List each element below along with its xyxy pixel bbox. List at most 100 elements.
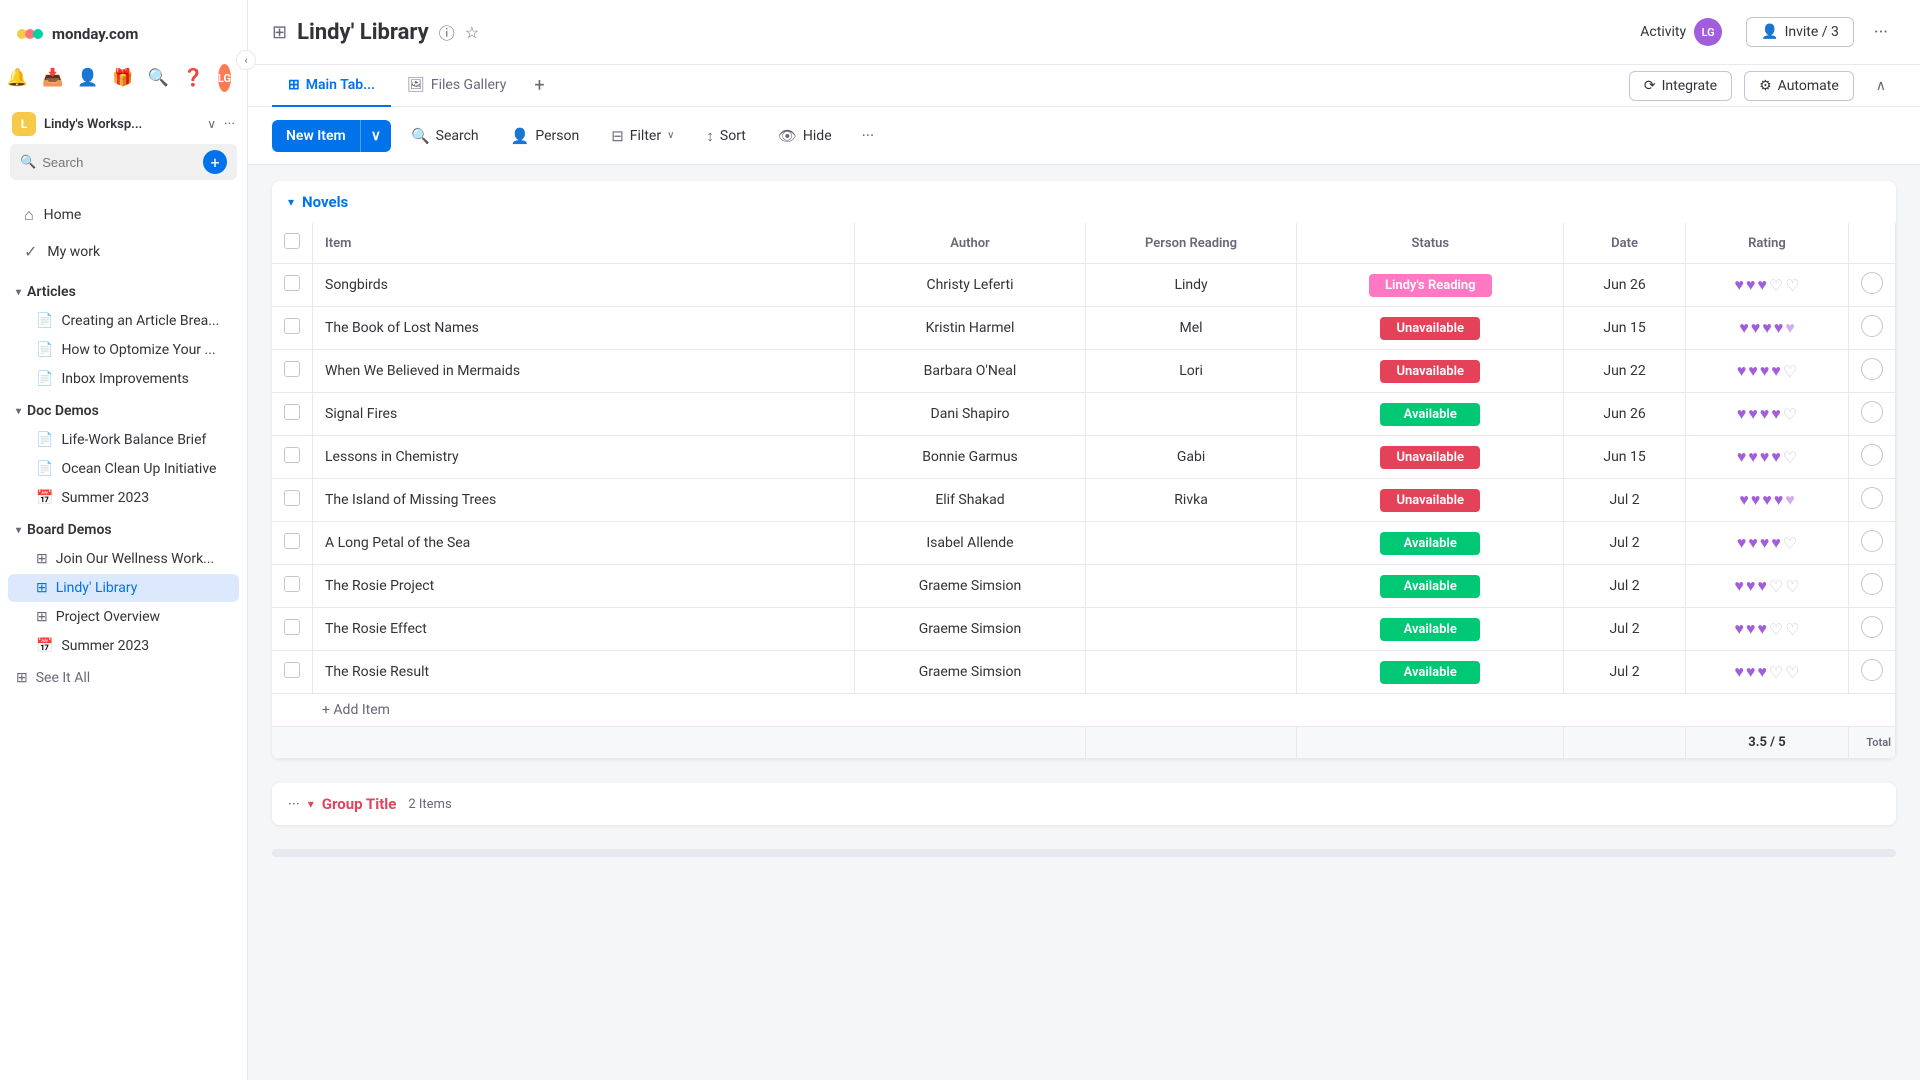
filter-button[interactable]: ⊟ Filter ∨ — [599, 120, 686, 152]
sidebar-item-summer-2023-board[interactable]: 📅 Summer 2023 — [8, 632, 239, 660]
status-badge[interactable]: Available — [1380, 618, 1480, 641]
status-badge[interactable]: Unavailable — [1380, 489, 1480, 512]
workspace-more-icon[interactable]: ··· — [224, 116, 235, 132]
row-circle-button[interactable] — [1861, 487, 1883, 509]
row-checkbox[interactable] — [284, 576, 300, 592]
novels-chevron[interactable]: ▾ — [288, 195, 294, 209]
rating-display[interactable]: ♥♥♥♡♡ — [1698, 619, 1836, 639]
more-options-button[interactable]: ··· — [1866, 16, 1896, 49]
sidebar-item-article-3[interactable]: 📄 Inbox Improvements — [8, 365, 239, 393]
integrate-icon: ⟳ — [1644, 78, 1656, 94]
rating-display[interactable]: ♥♥♥♡♡ — [1698, 662, 1836, 682]
star-icon[interactable]: ☆ — [465, 23, 479, 42]
add-item-row[interactable]: + Add Item — [272, 694, 1896, 727]
status-badge[interactable]: Lindy's Reading — [1369, 274, 1492, 297]
automate-button[interactable]: ⚙ Automate — [1744, 71, 1854, 101]
sidebar-search-input[interactable] — [42, 155, 197, 170]
collapse-subtabs-button[interactable]: ∧ — [1866, 72, 1896, 100]
row-checkbox[interactable] — [284, 533, 300, 549]
sort-button[interactable]: ↕ Sort — [694, 120, 757, 152]
row-circle-button[interactable] — [1861, 272, 1883, 294]
row-circle-button[interactable] — [1861, 573, 1883, 595]
sidebar-item-article-1[interactable]: 📄 Creating an Article Brea... — [8, 307, 239, 335]
new-item-button[interactable]: New Item ∨ — [272, 120, 391, 152]
row-circle-button[interactable] — [1861, 315, 1883, 337]
sidebar-item-lindy-library[interactable]: ⊞ Lindy' Library — [8, 574, 239, 602]
user-avatar[interactable]: LG — [218, 64, 231, 92]
group2-chevron[interactable]: ▾ — [308, 797, 314, 811]
info-icon[interactable]: ⓘ — [439, 20, 455, 44]
status-badge[interactable]: Available — [1380, 661, 1480, 684]
sidebar-item-lifework[interactable]: 📄 Life-Work Balance Brief — [8, 426, 239, 454]
rating-display[interactable]: ♥♥♥♥♡ — [1698, 447, 1836, 467]
search-button[interactable]: 🔍 Search — [399, 120, 491, 152]
invite-label: Invite / 3 — [1785, 24, 1839, 40]
row-circle-button[interactable] — [1861, 444, 1883, 466]
status-badge[interactable]: Available — [1380, 403, 1480, 426]
group2-more-icon[interactable]: ··· — [288, 795, 300, 813]
see-all-icon: ⊞ — [16, 670, 28, 686]
sidebar-section-board-demos-header[interactable]: ▾ Board Demos — [0, 516, 247, 544]
row-checkbox[interactable] — [284, 318, 300, 334]
rating-display[interactable]: ♥♥♥♡♡ — [1698, 275, 1836, 295]
row-checkbox[interactable] — [284, 361, 300, 377]
sidebar-item-wellness[interactable]: ⊞ Join Our Wellness Work... — [8, 545, 239, 573]
row-circle-button[interactable] — [1861, 659, 1883, 681]
sidebar-add-button[interactable]: + — [203, 150, 227, 174]
select-all-checkbox[interactable] — [284, 233, 300, 249]
integrate-button[interactable]: ⟳ Integrate — [1629, 71, 1732, 101]
sidebar-item-project-overview[interactable]: ⊞ Project Overview — [8, 603, 239, 631]
row-checkbox[interactable] — [284, 447, 300, 463]
sidebar-section-doc-demos-header[interactable]: ▾ Doc Demos — [0, 397, 247, 425]
sidebar-collapse-button[interactable]: ‹ — [236, 50, 256, 70]
status-badge[interactable]: Available — [1380, 532, 1480, 555]
rating-display[interactable]: ♥♥♥♥♡ — [1698, 361, 1836, 381]
row-circle-button[interactable] — [1861, 401, 1883, 423]
sidebar-see-all[interactable]: ⊞ See It All — [0, 664, 247, 692]
status-badge[interactable]: Unavailable — [1380, 446, 1480, 469]
rating-display[interactable]: ♥♥♥♡♡ — [1698, 576, 1836, 596]
novels-title[interactable]: Novels — [302, 193, 348, 211]
sidebar-item-article-2[interactable]: 📄 How to Optomize Your ... — [8, 336, 239, 364]
row-circle-button[interactable] — [1861, 530, 1883, 552]
sidebar-item-summer-2023-doc[interactable]: 📅 Summer 2023 — [8, 484, 239, 512]
sidebar-item-mywork[interactable]: ✓ My work — [8, 234, 239, 269]
person-button[interactable]: 👤 Person — [499, 120, 592, 152]
status-badge[interactable]: Available — [1380, 575, 1480, 598]
status-badge[interactable]: Unavailable — [1380, 360, 1480, 383]
global-search-icon[interactable]: 🔍 — [148, 68, 169, 88]
row-checkbox[interactable] — [284, 404, 300, 420]
add-item-cell[interactable]: + Add Item — [272, 694, 1896, 727]
inbox-icon[interactable]: 📥 — [42, 68, 63, 88]
activity-button[interactable]: Activity LG — [1628, 12, 1734, 52]
toolbar-more-button[interactable]: ··· — [852, 119, 885, 152]
rating-display[interactable]: ♥♥♥♥♥ — [1698, 490, 1836, 510]
new-item-dropdown-arrow[interactable]: ∨ — [360, 120, 391, 152]
row-date-cell: Jul 2 — [1564, 651, 1686, 694]
workspace-chevron[interactable]: ∨ — [207, 117, 216, 131]
row-checkbox[interactable] — [284, 619, 300, 635]
rating-display[interactable]: ♥♥♥♥♡ — [1698, 533, 1836, 553]
rating-display[interactable]: ♥♥♥♥♡ — [1698, 404, 1836, 424]
row-checkbox[interactable] — [284, 275, 300, 291]
horizontal-scrollbar[interactable] — [272, 849, 1896, 857]
row-circle-button[interactable] — [1861, 358, 1883, 380]
rating-display[interactable]: ♥♥♥♥♥ — [1698, 318, 1836, 338]
row-circle-button[interactable] — [1861, 616, 1883, 638]
tab-main[interactable]: ⊞ Main Tab... — [272, 65, 391, 107]
status-badge[interactable]: Unavailable — [1380, 317, 1480, 340]
tab-files-gallery[interactable]: 🖼 Files Gallery — [391, 65, 522, 107]
add-tab-button[interactable]: + — [522, 65, 556, 106]
sidebar-section-articles-header[interactable]: ▾ Articles — [0, 278, 247, 306]
group2-title[interactable]: Group Title — [322, 795, 397, 813]
bell-icon[interactable]: 🔔 — [7, 68, 28, 88]
gift-icon[interactable]: 🎁 — [112, 68, 133, 88]
sidebar-item-home[interactable]: ⌂ Home — [8, 197, 239, 233]
invite-button[interactable]: 👤 Invite / 3 — [1746, 17, 1854, 47]
row-checkbox[interactable] — [284, 490, 300, 506]
users-icon[interactable]: 👤 — [77, 68, 98, 88]
row-checkbox[interactable] — [284, 662, 300, 678]
hide-button[interactable]: 👁 Hide — [766, 120, 844, 152]
help-icon[interactable]: ❓ — [183, 68, 204, 88]
sidebar-item-ocean[interactable]: 📄 Ocean Clean Up Initiative — [8, 455, 239, 483]
